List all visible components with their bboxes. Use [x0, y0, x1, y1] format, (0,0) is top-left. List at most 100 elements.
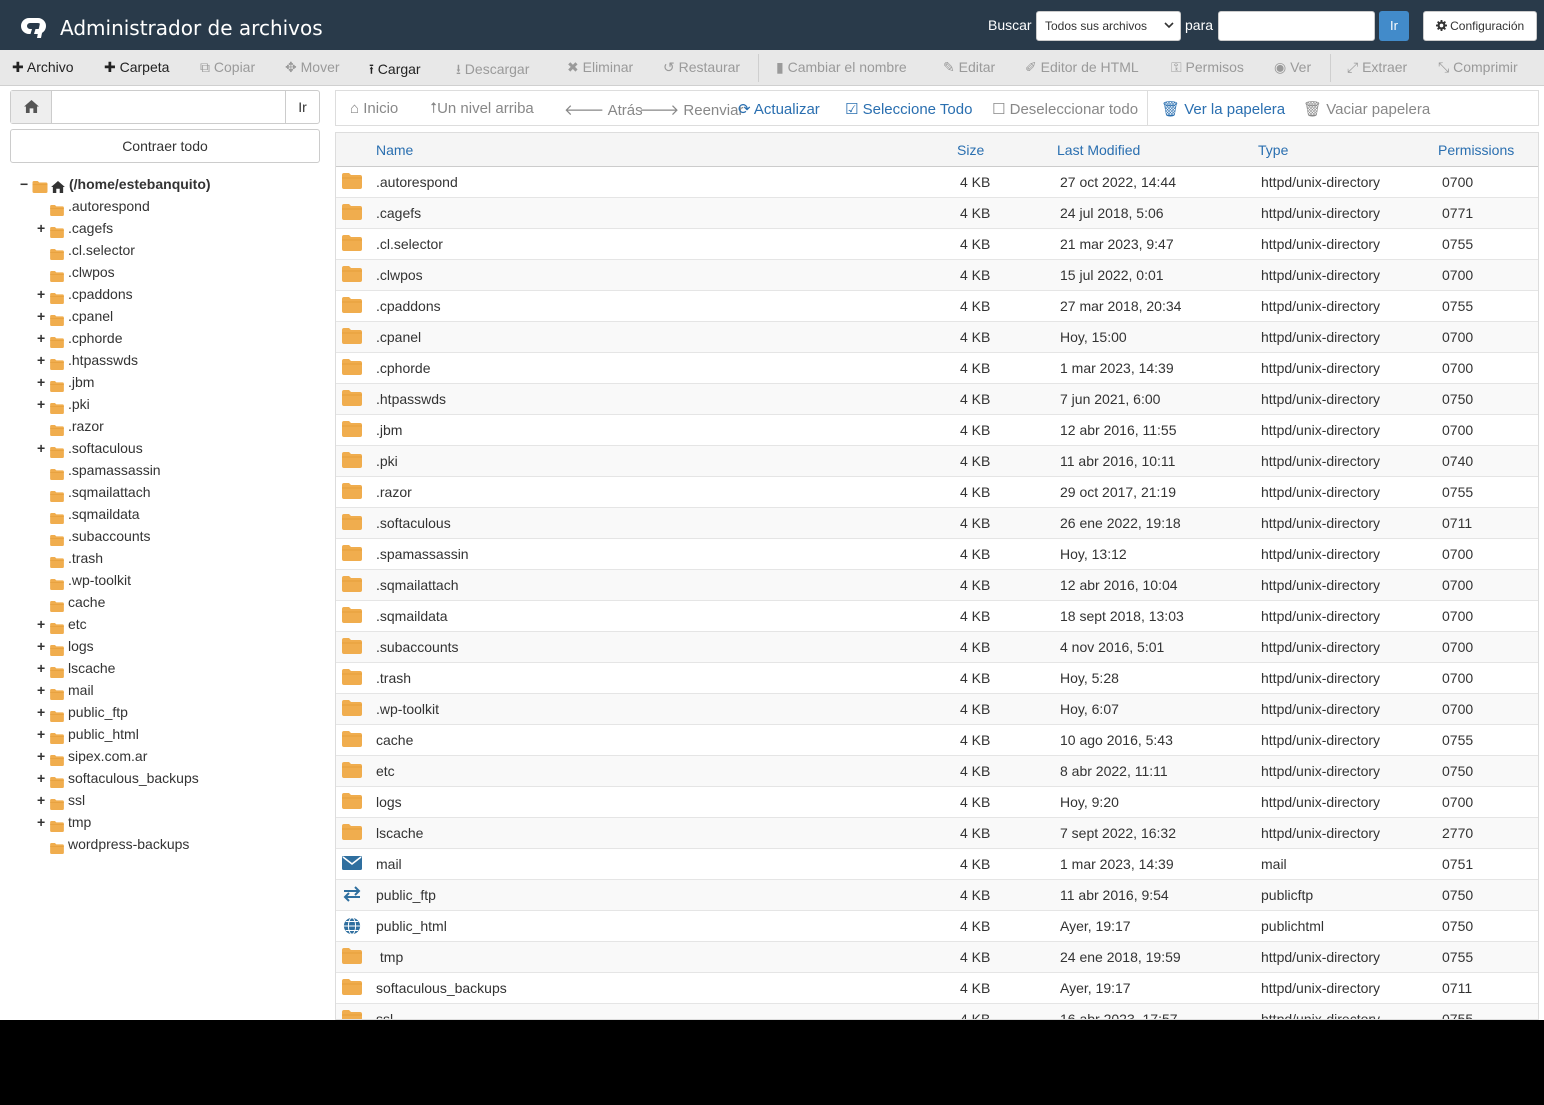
edit-button[interactable]: ✎ Editar	[943, 59, 995, 76]
expand-toggle-icon[interactable]: +	[37, 283, 47, 305]
path-go-button[interactable]: Ir	[285, 91, 319, 123]
table-row[interactable]: cache 4 KB 10 ago 2016, 5:43 httpd/unix-dir…	[336, 725, 1538, 756]
file-name[interactable]: .softaculous	[376, 515, 451, 531]
table-row[interactable]: public_ftp 4 KB 11 abr 2016, 9:54 publicftp…	[336, 880, 1538, 911]
file-name[interactable]: .autorespond	[376, 174, 458, 190]
table-row[interactable]: etc 4 KB 8 abr 2022, 11:11 httpd/unix-direc…	[336, 756, 1538, 787]
file-name[interactable]: .wp-toolkit	[376, 701, 439, 717]
table-row[interactable]: ssl 4 KB 16 abr 2023, 17:57 httpd/unix-dire…	[336, 1004, 1538, 1019]
expand-toggle-icon[interactable]: +	[37, 767, 47, 789]
expand-toggle-icon[interactable]: +	[37, 811, 47, 833]
file-name[interactable]: softaculous_backups	[376, 980, 507, 996]
file-name[interactable]: .cl.selector	[376, 236, 443, 252]
move-button[interactable]: ✥ Mover	[285, 59, 340, 76]
file-name[interactable]: logs	[376, 794, 402, 810]
download-button[interactable]: ⭳ Descargar	[456, 59, 529, 83]
file-name[interactable]: .clwpos	[376, 267, 423, 283]
collapse-toggle-icon[interactable]: −	[20, 173, 30, 195]
column-header-type[interactable]: Type	[1258, 142, 1288, 158]
table-row[interactable]: .spamassassin 4 KB Hoy, 13:12 httpd/unix-di…	[336, 539, 1538, 570]
delete-button[interactable]: ✖ Eliminar	[567, 59, 633, 76]
file-name[interactable]: .cagefs	[376, 205, 421, 221]
file-name[interactable]: .pki	[376, 453, 398, 469]
table-row[interactable]: .cpaddons 4 KB 27 mar 2018, 20:34 httpd/uni…	[336, 291, 1538, 322]
column-header-permissions[interactable]: Permissions	[1438, 142, 1514, 158]
expand-toggle-icon[interactable]: +	[37, 393, 47, 415]
expand-toggle-icon[interactable]: +	[37, 723, 47, 745]
expand-toggle-icon[interactable]: +	[37, 701, 47, 723]
file-name[interactable]: .spamassassin	[376, 546, 469, 562]
table-row[interactable]: softaculous_backups 4 KB Ayer, 19:17 httpd/…	[336, 973, 1538, 1004]
upload-button[interactable]: ⭱ Cargar	[369, 59, 421, 83]
file-name[interactable]: cache	[376, 732, 413, 748]
table-row[interactable]: mail 4 KB 1 mar 2023, 14:39 mail 0751	[336, 849, 1538, 880]
table-row[interactable]: .cl.selector 4 KB 21 mar 2023, 9:47 httpd/u…	[336, 229, 1538, 260]
file-name[interactable]: mail	[376, 856, 402, 872]
file-name[interactable]: public_html	[376, 918, 447, 934]
file-name[interactable]: .cpanel	[376, 329, 421, 345]
table-row[interactable]: .subaccounts 4 KB 4 nov 2016, 5:01 httpd/un…	[336, 632, 1538, 663]
copy-button[interactable]: ⧉ Copiar	[200, 59, 255, 76]
permissions-button[interactable]: ⚿ Permisos	[1171, 59, 1244, 76]
column-header-name[interactable]: Name	[376, 142, 413, 158]
home-nav-button[interactable]: ⌂ Inicio	[350, 100, 398, 117]
expand-toggle-icon[interactable]: +	[37, 657, 47, 679]
table-row[interactable]: .autorespond 4 KB 27 oct 2022, 14:44 httpd/…	[336, 167, 1538, 198]
search-go-button[interactable]: Ir	[1379, 11, 1409, 41]
file-name[interactable]: tmp	[376, 949, 403, 965]
table-row[interactable]: lscache 4 KB 7 sept 2022, 16:32 httpd/unix-…	[336, 818, 1538, 849]
view-trash-button[interactable]: 🗑 Ver la papelera	[1161, 100, 1285, 118]
settings-button[interactable]: Configuración	[1423, 11, 1537, 41]
expand-toggle-icon[interactable]: +	[37, 349, 47, 371]
file-name[interactable]: .razor	[376, 484, 412, 500]
refresh-button[interactable]: ⟳ Actualizar	[738, 100, 820, 118]
column-header-last-modified[interactable]: Last Modified	[1057, 142, 1140, 158]
table-row[interactable]: .cphorde 4 KB 1 mar 2023, 14:39 httpd/unix-…	[336, 353, 1538, 384]
table-row[interactable]: .softaculous 4 KB 26 ene 2022, 19:18 httpd/…	[336, 508, 1538, 539]
empty-trash-button[interactable]: 🗑 Vaciar papelera	[1303, 100, 1430, 118]
file-name[interactable]: lscache	[376, 825, 423, 841]
table-row[interactable]: .sqmailattach 4 KB 12 abr 2016, 10:04 httpd…	[336, 570, 1538, 601]
table-row[interactable]: logs 4 KB Hoy, 9:20 httpd/unix-directory 070…	[336, 787, 1538, 818]
expand-toggle-icon[interactable]: +	[37, 305, 47, 327]
expand-toggle-icon[interactable]: +	[37, 679, 47, 701]
select-all-button[interactable]: ☑ Seleccione Todo	[845, 100, 972, 118]
table-row[interactable]: tmp 4 KB 24 ene 2018, 19:59 httpd/unix-dire…	[336, 942, 1538, 973]
expand-toggle-icon[interactable]: +	[37, 613, 47, 635]
expand-toggle-icon[interactable]: +	[37, 635, 47, 657]
deselect-all-button[interactable]: ☐ Deseleccionar todo	[992, 100, 1138, 118]
collapse-all-button[interactable]: Contraer todo	[10, 129, 320, 163]
table-row[interactable]: .sqmaildata 4 KB 18 sept 2018, 13:03 httpd/…	[336, 601, 1538, 632]
path-input[interactable]	[53, 91, 285, 123]
rename-button[interactable]: ▮ Cambiar el nombre	[776, 59, 907, 76]
file-name[interactable]: .cphorde	[376, 360, 430, 376]
expand-toggle-icon[interactable]: +	[37, 371, 47, 393]
file-name[interactable]: .sqmaildata	[376, 608, 448, 624]
table-row[interactable]: .pki 4 KB 11 abr 2016, 10:11 httpd/unix-dir…	[336, 446, 1538, 477]
extract-button[interactable]: ⤢ Extraer	[1347, 59, 1407, 76]
table-row[interactable]: .jbm 4 KB 12 abr 2016, 11:55 httpd/unix-dir…	[336, 415, 1538, 446]
forward-button[interactable]: 🡒 Reenviar	[639, 100, 743, 119]
new-file-button[interactable]: ✚ Archivo	[12, 59, 74, 76]
search-scope-select[interactable]: Todos sus archivos	[1036, 11, 1181, 41]
file-name[interactable]: public_ftp	[376, 887, 436, 903]
view-button[interactable]: ◉ Ver	[1274, 59, 1311, 76]
table-row[interactable]: .trash 4 KB Hoy, 5:28 httpd/unix-directory 0…	[336, 663, 1538, 694]
search-input[interactable]	[1218, 11, 1375, 41]
compress-button[interactable]: ⤡ Comprimir	[1438, 59, 1518, 76]
table-row[interactable]: public_html 4 KB Ayer, 19:17 publichtml 0750	[336, 911, 1538, 942]
table-row[interactable]: .razor 4 KB 29 oct 2017, 21:19 httpd/unix-d…	[336, 477, 1538, 508]
expand-toggle-icon[interactable]: +	[37, 217, 47, 239]
file-name[interactable]: .jbm	[376, 422, 402, 438]
new-folder-button[interactable]: ✚ Carpeta	[104, 59, 169, 76]
expand-toggle-icon[interactable]: +	[37, 789, 47, 811]
file-name[interactable]: ssl	[376, 1011, 393, 1019]
table-row[interactable]: .cpanel 4 KB Hoy, 15:00 httpd/unix-director…	[336, 322, 1538, 353]
file-name[interactable]: .subaccounts	[376, 639, 459, 655]
path-home-button[interactable]	[11, 91, 52, 123]
file-name[interactable]: .sqmailattach	[376, 577, 458, 593]
table-row[interactable]: .htpasswds 4 KB 7 jun 2021, 6:00 httpd/unix…	[336, 384, 1538, 415]
restore-button[interactable]: ↺ Restaurar	[663, 59, 740, 76]
file-name[interactable]: .cpaddons	[376, 298, 441, 314]
expand-toggle-icon[interactable]: +	[37, 745, 47, 767]
